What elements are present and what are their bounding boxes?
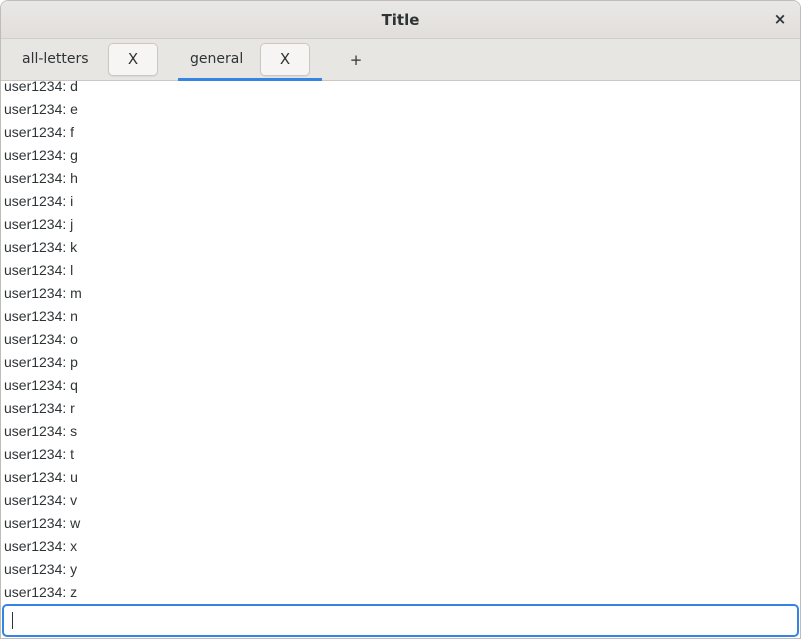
message-item: user1234: v bbox=[4, 492, 78, 508]
message-item: user1234: f bbox=[4, 124, 75, 140]
close-tab-button[interactable]: X bbox=[260, 43, 310, 76]
message-item: user1234: i bbox=[4, 193, 74, 209]
message-item: user1234: p bbox=[4, 354, 78, 370]
tab-label[interactable]: all-letters bbox=[22, 51, 89, 67]
message-item: user1234: n bbox=[4, 308, 78, 324]
close-window-icon[interactable]: × bbox=[770, 9, 790, 29]
message-item: user1234: t bbox=[4, 446, 75, 462]
header-bar[interactable]: Title × bbox=[1, 1, 800, 39]
message-item: user1234: x bbox=[4, 538, 78, 554]
message-item: user1234: r bbox=[4, 400, 75, 416]
message-list-items: user1234: d user1234: e user1234: f user123… bbox=[4, 81, 82, 604]
message-item: user1234: d bbox=[4, 81, 78, 94]
message-item: user1234: g bbox=[4, 147, 78, 163]
message-item: user1234: k bbox=[4, 239, 78, 255]
message-item: user1234: z bbox=[4, 584, 78, 600]
message-item: user1234: l bbox=[4, 262, 74, 278]
message-item: user1234: j bbox=[4, 216, 74, 232]
message-item: user1234: u bbox=[4, 469, 78, 485]
message-input-field[interactable] bbox=[2, 604, 799, 637]
message-item: user1234: q bbox=[4, 377, 78, 393]
tab-all-letters[interactable]: all-letters X bbox=[1, 39, 171, 80]
message-item: user1234: s bbox=[4, 423, 78, 439]
tab-label[interactable]: general bbox=[190, 51, 243, 67]
message-list[interactable]: user1234: d user1234: e user1234: f user123… bbox=[1, 81, 800, 604]
app-window: Title × all-letters X general X + user12… bbox=[0, 0, 801, 639]
text-caret bbox=[12, 612, 13, 629]
window-title: Title bbox=[381, 11, 420, 29]
message-input[interactable] bbox=[4, 606, 797, 635]
message-item: user1234: o bbox=[4, 331, 78, 347]
close-tab-button[interactable]: X bbox=[108, 43, 158, 76]
message-item: user1234: w bbox=[4, 515, 81, 531]
message-item: user1234: y bbox=[4, 561, 78, 577]
tab-bar: all-letters X general X + bbox=[1, 39, 800, 81]
add-tab-button[interactable]: + bbox=[341, 49, 371, 71]
message-item: user1234: m bbox=[4, 285, 82, 301]
message-item: user1234: e bbox=[4, 101, 78, 117]
message-item: user1234: h bbox=[4, 170, 78, 186]
tab-general[interactable]: general X bbox=[178, 39, 322, 81]
